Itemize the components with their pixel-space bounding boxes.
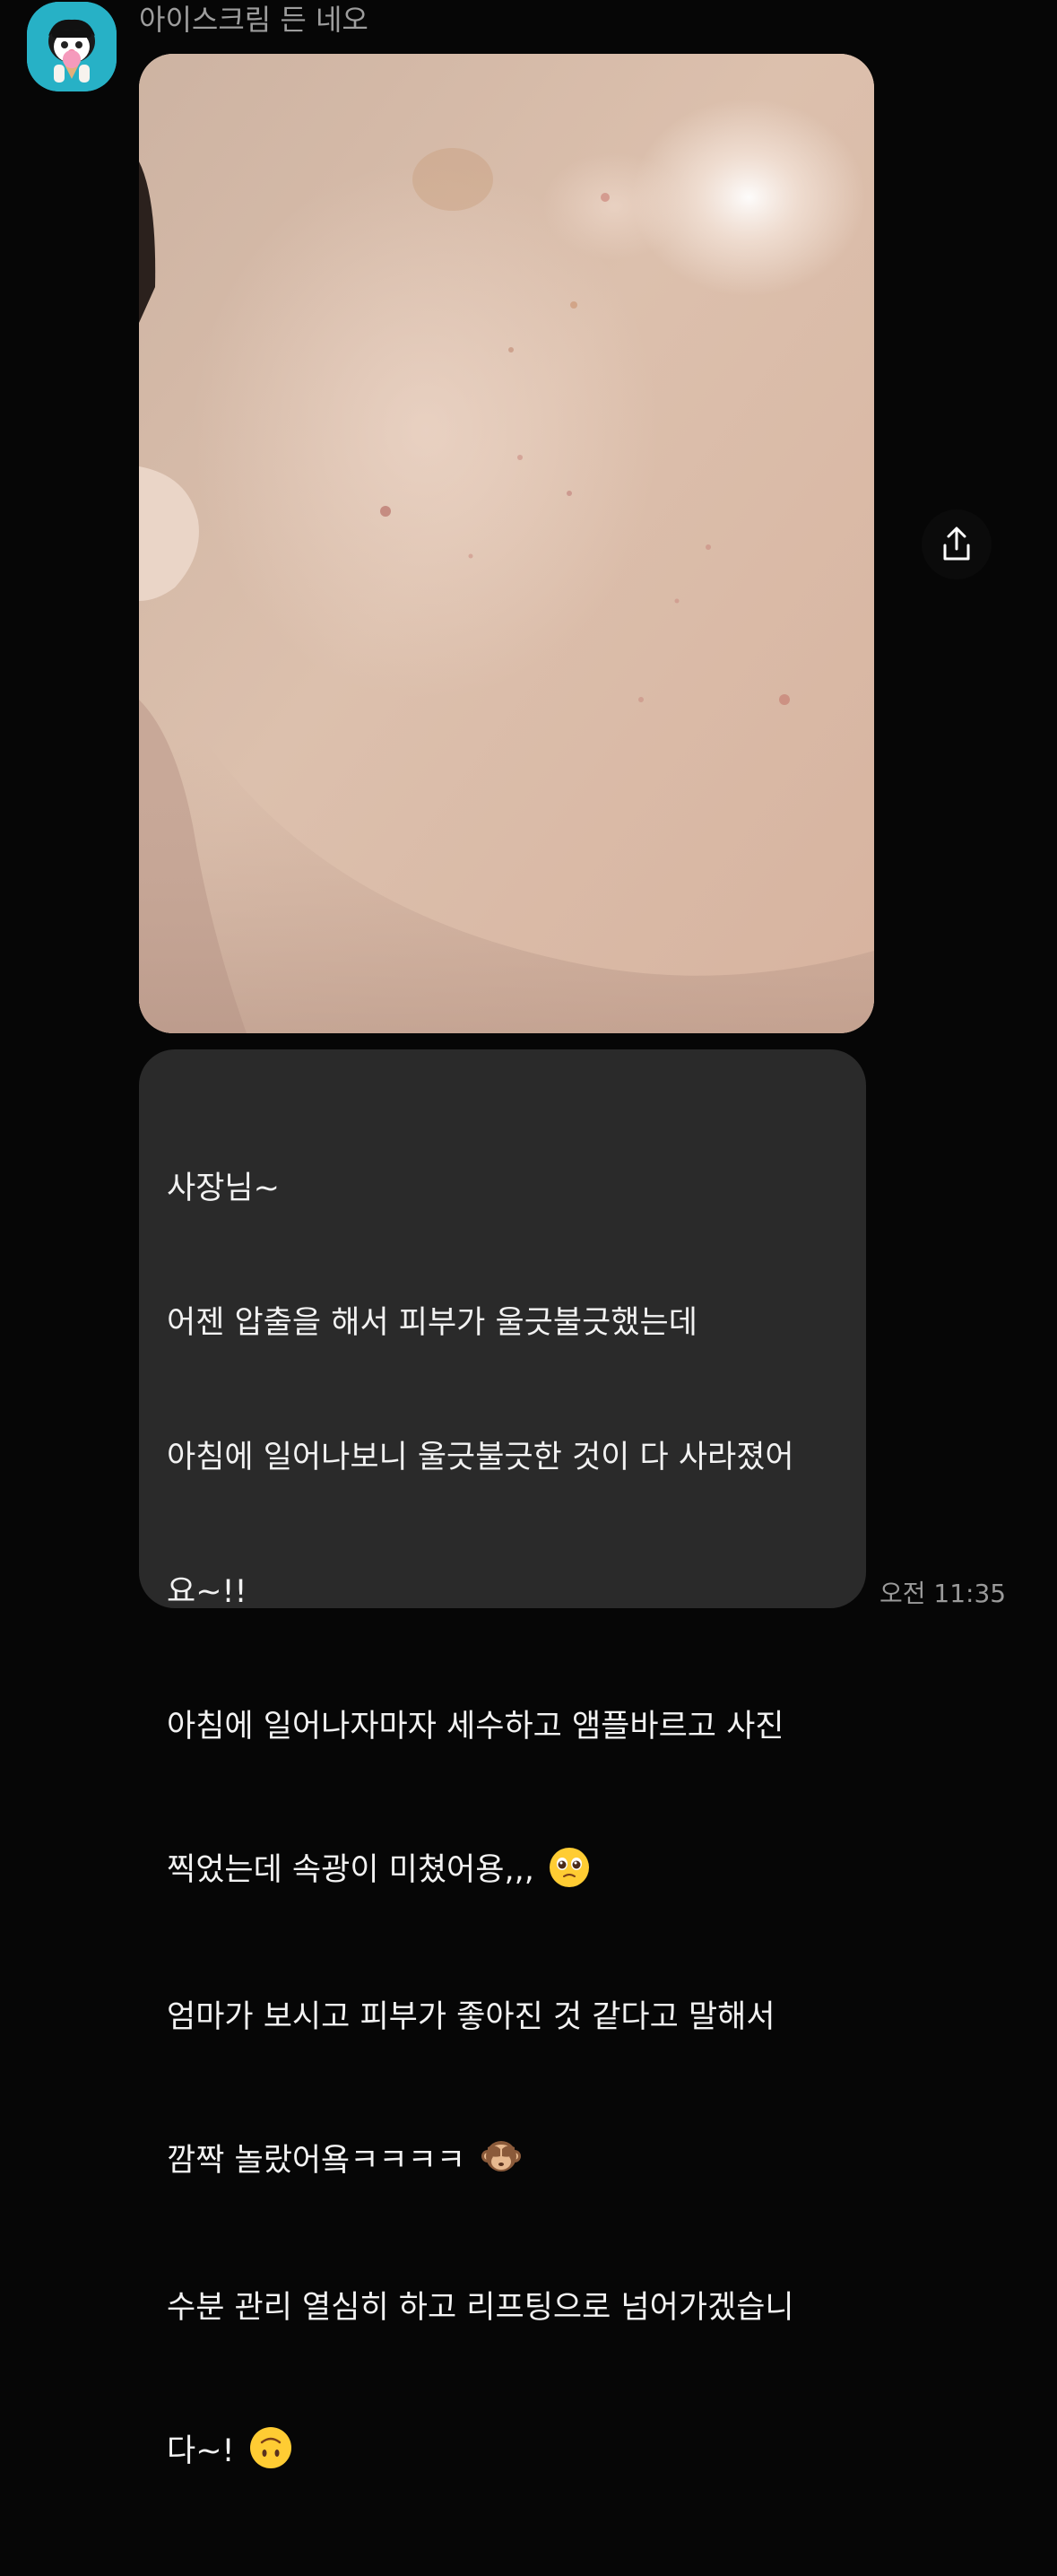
message-line-10-wrap: 다~! bbox=[167, 2425, 841, 2486]
skin-closeup-image bbox=[139, 54, 874, 1033]
sender-name: 아이스크림 든 네오 bbox=[139, 3, 368, 37]
message-line-2: 어젠 압출을 해서 피부가 울긋불긋했는데 bbox=[167, 1305, 697, 1341]
message-text: 사장님~ 어젠 압출을 해서 피부가 울긋불긋했는데 아침에 일어나보니 울긋불… bbox=[167, 1076, 841, 2576]
shared-photo[interactable] bbox=[139, 54, 874, 1033]
message-line-6-wrap: 찍었는데 속광이 미쳤어용,,, bbox=[167, 1844, 841, 1905]
message-line-8-wrap: 깜짝 놀랐어욬ㅋㅋㅋㅋ bbox=[167, 2135, 841, 2196]
upside-down-face-icon bbox=[248, 2425, 293, 2486]
message-line-8: 깜짝 놀랐어욬ㅋㅋㅋㅋ bbox=[167, 2143, 466, 2179]
share-icon bbox=[943, 527, 970, 561]
pleading-face-icon bbox=[548, 1846, 591, 1905]
sender-avatar[interactable] bbox=[27, 2, 117, 91]
message-line-10: 다~! bbox=[167, 2433, 235, 2469]
share-button[interactable] bbox=[922, 509, 992, 579]
message-line-3: 아침에 일어나보니 울긋불긋한 것이 다 사라졌어 bbox=[167, 1440, 794, 1475]
neo-avatar-icon bbox=[27, 2, 117, 91]
message-timestamp: 오전 11:35 bbox=[879, 1579, 1007, 1608]
message-line-9: 수분 관리 열심히 하고 리프팅으로 넘어가겠습니 bbox=[167, 2290, 794, 2326]
message-line-4: 요~!! bbox=[167, 1574, 247, 1610]
message-line-7: 엄마가 보시고 피부가 좋아진 것 같다고 말해서 bbox=[167, 1999, 775, 2035]
message-line-5: 아침에 일어나자마자 세수하고 앰플바르고 사진 bbox=[167, 1709, 784, 1745]
message-line-6: 찍었는데 속광이 미쳤어용,,, bbox=[167, 1852, 534, 1888]
message-line-1: 사장님~ bbox=[167, 1171, 280, 1206]
see-no-evil-monkey-icon bbox=[479, 2135, 524, 2196]
message-bubble[interactable]: 사장님~ 어젠 압출을 해서 피부가 울긋불긋했는데 아침에 일어나보니 울긋불… bbox=[139, 1049, 866, 2469]
